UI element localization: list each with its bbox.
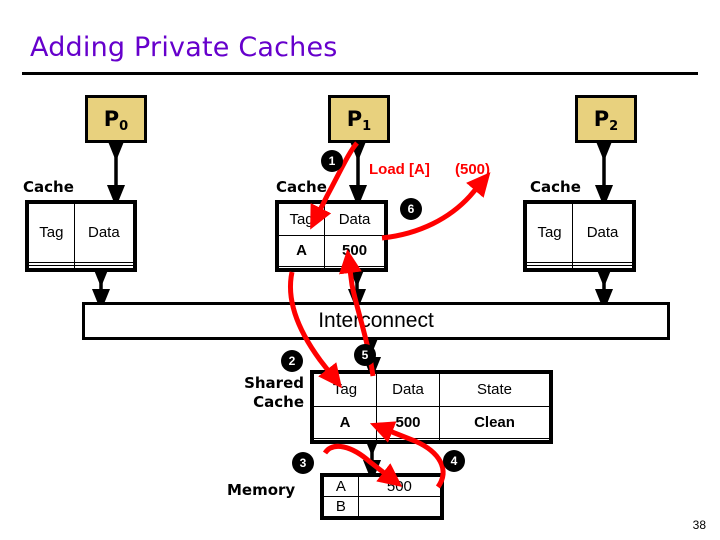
step-badge-1: 1 <box>321 150 343 172</box>
shared-cache-table[interactable]: Tag Data State A 500 Clean <box>310 370 553 444</box>
cache2-header-tag: Tag <box>525 203 574 263</box>
table-row <box>313 438 550 441</box>
memory-label: Memory <box>227 481 296 499</box>
processor-p1[interactable]: P1 <box>328 95 390 143</box>
shared-cache-label-line2: Cache <box>253 393 304 411</box>
shared-cache-label: Shared Cache <box>222 374 304 412</box>
memory-r1-value <box>357 496 442 517</box>
shared-header-tag: Tag <box>313 373 377 407</box>
table-row: Tag Data State <box>313 373 550 407</box>
cache1-header-tag: Tag <box>277 203 326 236</box>
cache-label-p0: Cache <box>23 178 74 196</box>
table-row: Tag Data <box>28 203 135 263</box>
cache1-r0-tag: A <box>277 234 326 268</box>
processor-p2[interactable]: P2 <box>575 95 637 143</box>
page-number: 38 <box>692 518 706 532</box>
cache2-r1-tag <box>525 264 574 270</box>
cache0-header-tag: Tag <box>28 203 75 263</box>
step-badge-4: 4 <box>443 450 465 472</box>
private-cache-table-p2[interactable]: Tag Data <box>523 200 636 272</box>
cache2-header-data: Data <box>572 203 633 263</box>
interconnect-bar: Interconnect <box>82 302 670 340</box>
memory-r0-addr: A <box>323 476 359 497</box>
private-cache-table-p0[interactable]: Tag Data <box>25 200 137 272</box>
load-value-label: (500) <box>455 161 491 178</box>
load-request-label: Load [A] <box>369 161 430 178</box>
table-row <box>525 264 633 270</box>
memory-table[interactable]: A 500 B <box>320 473 444 520</box>
shared-r0-state: Clean <box>439 405 550 440</box>
shared-header-data: Data <box>376 373 440 407</box>
cache0-header-data: Data <box>73 203 135 263</box>
cache0-r1-data <box>73 264 135 270</box>
shared-r1-state <box>439 438 550 441</box>
cache0-r1-tag <box>28 264 75 270</box>
processor-p2-label: P2 <box>593 106 619 134</box>
shared-r0-tag: A <box>313 405 377 440</box>
interconnect-label: Interconnect <box>318 309 434 332</box>
step-badge-6: 6 <box>400 198 422 220</box>
step-badge-5: 5 <box>354 344 376 366</box>
table-row: Tag Data <box>277 203 385 236</box>
private-cache-table-p1[interactable]: Tag Data A 500 <box>275 200 388 272</box>
table-row: Tag Data <box>525 203 633 263</box>
table-row: A 500 <box>323 476 442 497</box>
shared-r1-data <box>376 438 440 441</box>
table-row <box>28 264 135 270</box>
processor-p0-label: P0 <box>103 106 129 134</box>
cache1-r1-data <box>324 266 385 269</box>
cache-label-p2: Cache <box>530 178 581 196</box>
shared-r1-tag <box>313 438 377 441</box>
table-row: B <box>323 496 442 517</box>
processor-p1-label: P1 <box>346 106 372 134</box>
processor-p0[interactable]: P0 <box>85 95 147 143</box>
memory-r1-addr: B <box>323 496 359 517</box>
table-row: A 500 Clean <box>313 405 550 440</box>
cache1-r1-tag <box>277 266 326 269</box>
slide-canvas: Adding Private Caches P0 P1 P2 Cache Cac… <box>0 0 720 540</box>
memory-r0-value: 500 <box>357 476 442 497</box>
step-badge-3: 3 <box>292 452 314 474</box>
table-row <box>277 266 385 269</box>
table-row: A 500 <box>277 234 385 268</box>
shared-cache-label-line1: Shared <box>244 374 304 392</box>
cache-label-p1: Cache <box>276 178 327 196</box>
shared-r0-data: 500 <box>376 405 440 440</box>
step-badge-2: 2 <box>281 350 303 372</box>
shared-header-state: State <box>439 373 550 407</box>
cache1-header-data: Data <box>324 203 385 236</box>
cache2-r1-data <box>572 264 633 270</box>
cache1-r0-data: 500 <box>324 234 385 268</box>
